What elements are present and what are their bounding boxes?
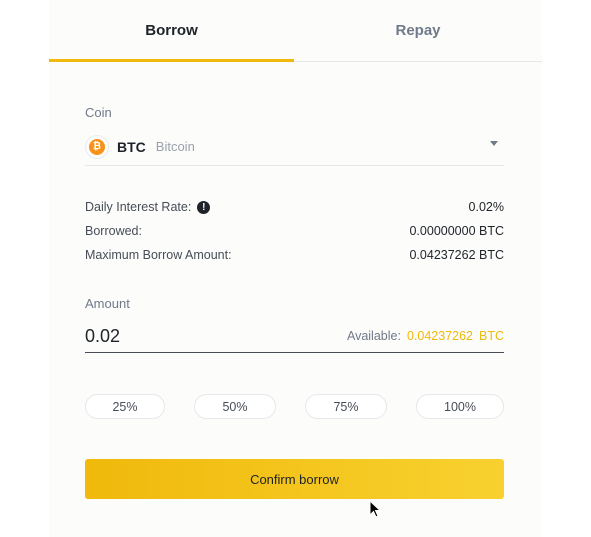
amount-field-row: Available:0.04237262BTC	[85, 320, 504, 353]
borrow-panel: Borrow Repay Coin ₿ BTC Bitcoin Daily In…	[49, 0, 542, 537]
tab-bar: Borrow Repay	[49, 0, 542, 62]
max-borrow-label: Maximum Borrow Amount:	[85, 248, 232, 262]
available-value[interactable]: 0.04237262	[407, 329, 473, 343]
daily-interest-row: Daily Interest Rate: ! 0.02%	[85, 198, 504, 216]
borrowed-label: Borrowed:	[85, 224, 142, 238]
amount-label: Amount	[85, 296, 130, 311]
max-borrow-row: Maximum Borrow Amount: 0.04237262 BTC	[85, 246, 504, 264]
daily-interest-label: Daily Interest Rate:	[85, 200, 192, 214]
percent-75-button[interactable]: 75%	[305, 394, 387, 419]
active-tab-indicator	[49, 59, 294, 62]
percent-25-button[interactable]: 25%	[85, 394, 165, 419]
borrowed-row: Borrowed: 0.00000000 BTC	[85, 222, 504, 240]
daily-interest-value: 0.02%	[468, 200, 504, 214]
borrowed-value: 0.00000000 BTC	[409, 224, 504, 238]
max-borrow-value: 0.04237262 BTC	[409, 248, 504, 262]
coin-label: Coin	[85, 105, 112, 120]
amount-input[interactable]	[85, 325, 285, 347]
percent-50-button[interactable]: 50%	[194, 394, 276, 419]
tab-borrow[interactable]: Borrow	[49, 0, 294, 61]
chevron-down-icon	[490, 141, 498, 146]
mouse-pointer-icon	[369, 500, 381, 518]
info-icon[interactable]: !	[197, 200, 211, 214]
tab-repay[interactable]: Repay	[294, 0, 542, 61]
confirm-borrow-button[interactable]: Confirm borrow	[85, 459, 504, 499]
percent-100-button[interactable]: 100%	[416, 394, 504, 419]
available-balance: Available: 0.04237262 BTC	[346, 329, 504, 343]
coin-select[interactable]: ₿ BTC Bitcoin	[85, 128, 504, 166]
coin-symbol: BTC	[117, 138, 146, 155]
coin-name: Bitcoin	[155, 139, 195, 154]
bitcoin-icon: ₿	[85, 134, 109, 159]
